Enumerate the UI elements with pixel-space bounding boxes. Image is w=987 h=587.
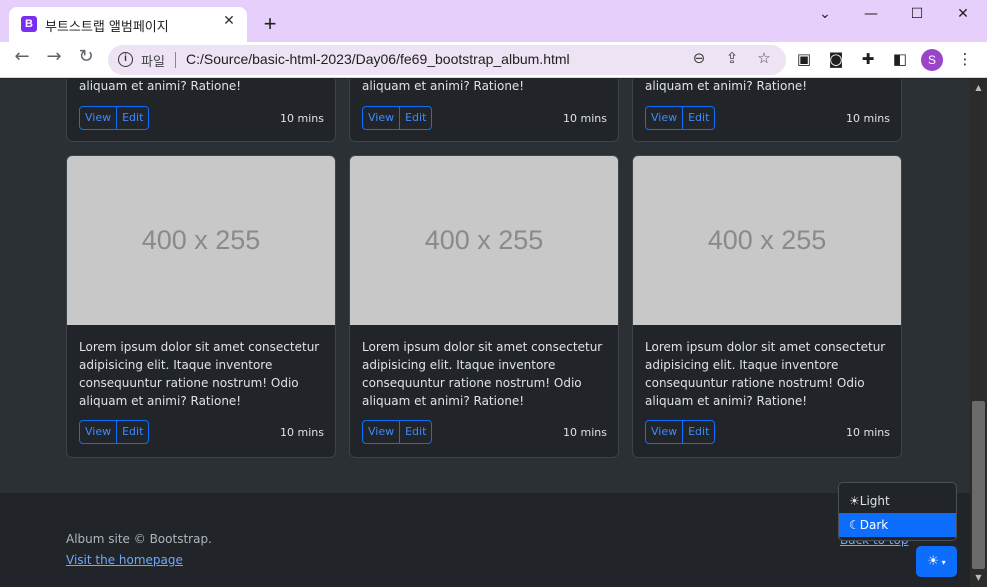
theme-option-dark[interactable]: ☾Dark [839,513,956,537]
bootstrap-favicon-icon: B [21,16,37,32]
scroll-up-icon[interactable]: ▲ [970,81,987,95]
album-card: aliquam et animi? Ratione! View Edit 10 … [349,79,619,142]
maximize-button[interactable]: ☐ [894,2,940,28]
card-thumbnail: 400 x 255 [350,156,618,325]
address-separator [175,52,176,68]
extensions-puzzle-icon[interactable]: ✚ [857,50,879,72]
zoom-icon[interactable]: ⊖ [688,49,710,71]
edit-button[interactable]: Edit [682,420,716,444]
window-titlebar: B 부트스트랩 앨범페이지 ✕ + ⌄ — ☐ ✕ [0,0,987,42]
card-time: 10 mins [846,112,890,125]
card-time: 10 mins [846,426,890,439]
view-button[interactable]: View [79,420,118,444]
card-time: 10 mins [563,112,607,125]
theme-dropdown-menu: ☀Light ☾Dark [838,482,957,541]
view-button[interactable]: View [362,106,401,130]
footer-copyright: Album site © Bootstrap. [66,532,212,546]
card-text: aliquam et animi? Ratione! [362,79,525,93]
tab-title: 부트스트랩 앨범페이지 [45,20,169,35]
minimize-button[interactable]: — [848,2,894,28]
page-footer: Album site © Bootstrap. Visit the homepa… [0,493,970,587]
media-icon[interactable]: ▣ [793,50,815,72]
theme-option-label: Light [859,494,890,508]
album-section: aliquam et animi? Ratione! View Edit 10 … [0,79,970,493]
camera-icon[interactable]: ◙ [825,50,847,72]
edit-button[interactable]: Edit [116,420,150,444]
view-button[interactable]: View [645,420,684,444]
url-text[interactable]: C:/Source/basic-html-2023/Day06/fe69_boo… [186,51,570,67]
new-tab-button[interactable]: + [258,11,282,36]
edit-button[interactable]: Edit [399,420,433,444]
info-icon[interactable]: i [118,52,133,67]
close-window-button[interactable]: ✕ [940,2,986,28]
theme-toggle-button[interactable]: ☀ ▾ [916,546,957,577]
browser-tab[interactable]: B 부트스트랩 앨범페이지 ✕ [9,7,247,42]
share-icon[interactable]: ⇪ [721,49,743,71]
back-arrow-icon[interactable]: ← [8,46,36,74]
edit-button[interactable]: Edit [682,106,716,130]
card-button-group: View Edit [362,106,433,130]
theme-option-label: Dark [859,518,889,532]
card-time: 10 mins [563,426,607,439]
album-card: 400 x 255 Lorem ipsum dolor sit amet con… [66,155,336,458]
card-text: Lorem ipsum dolor sit amet consectetur a… [79,340,320,408]
tab-close-icon[interactable]: ✕ [219,13,239,33]
card-text: aliquam et animi? Ratione! [79,79,242,93]
card-button-group: View Edit [645,106,716,130]
album-card: aliquam et animi? Ratione! View Edit 10 … [632,79,902,142]
scheme-label: 파일 [141,55,165,70]
homepage-link[interactable]: Visit the homepage [66,553,183,567]
view-button[interactable]: View [79,106,118,130]
card-text: Lorem ipsum dolor sit amet consectetur a… [645,340,886,408]
card-button-group: View Edit [362,420,433,444]
card-text: Lorem ipsum dolor sit amet consectetur a… [362,340,603,408]
view-button[interactable]: View [645,106,684,130]
card-button-group: View Edit [79,420,150,444]
sun-icon: ☀ [849,494,860,508]
browser-toolbar: ← → ↻ i 파일 C:/Source/basic-html-2023/Day… [0,42,987,78]
profile-avatar[interactable]: S [921,49,943,71]
tab-search-chevron-icon[interactable]: ⌄ [802,2,848,28]
card-text: aliquam et animi? Ratione! [645,79,808,93]
caret-down-icon: ▾ [939,558,946,567]
moon-icon: ☾ [849,518,860,532]
address-bar[interactable]: i 파일 C:/Source/basic-html-2023/Day06/fe6… [108,45,786,75]
side-panel-icon[interactable]: ◧ [889,50,911,72]
album-card: aliquam et animi? Ratione! View Edit 10 … [66,79,336,142]
album-card: 400 x 255 Lorem ipsum dolor sit amet con… [349,155,619,458]
card-button-group: View Edit [645,420,716,444]
card-button-group: View Edit [79,106,150,130]
card-time: 10 mins [280,426,324,439]
scroll-thumb[interactable] [972,401,985,569]
edit-button[interactable]: Edit [399,106,433,130]
bookmark-star-icon[interactable]: ☆ [753,49,775,71]
album-card: 400 x 255 Lorem ipsum dolor sit amet con… [632,155,902,458]
card-time: 10 mins [280,112,324,125]
page-scrollbar[interactable]: ▲ ▼ [970,79,987,587]
page-viewport: aliquam et animi? Ratione! View Edit 10 … [0,79,970,587]
view-button[interactable]: View [362,420,401,444]
card-thumbnail: 400 x 255 [67,156,335,325]
edit-button[interactable]: Edit [116,106,150,130]
theme-option-light[interactable]: ☀Light [839,489,956,513]
reload-icon[interactable]: ↻ [72,46,100,74]
menu-kebab-icon[interactable]: ⋮ [954,50,976,72]
forward-arrow-icon[interactable]: → [40,46,68,74]
scroll-down-icon[interactable]: ▼ [970,571,987,585]
card-thumbnail: 400 x 255 [633,156,901,325]
sun-icon: ☀ [927,554,940,569]
